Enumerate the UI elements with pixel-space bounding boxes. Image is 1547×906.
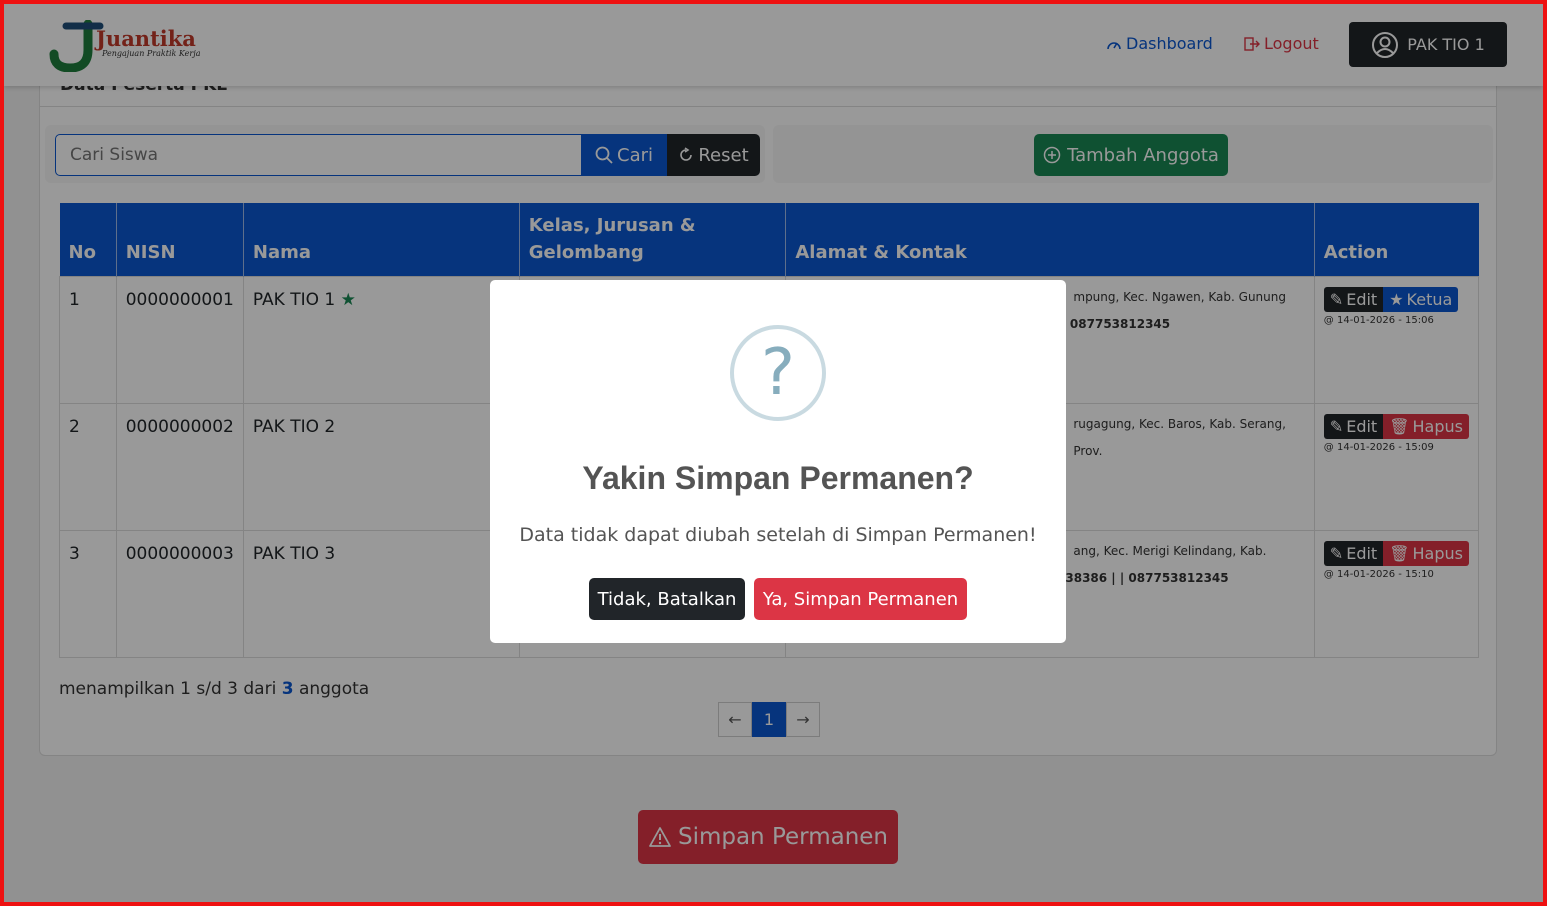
- question-icon: ?: [730, 325, 826, 421]
- cancel-button[interactable]: Tidak, Batalkan: [589, 578, 745, 620]
- confirm-dialog: ? Yakin Simpan Permanen? Data tidak dapa…: [490, 280, 1066, 643]
- confirm-button[interactable]: Ya, Simpan Permanen: [754, 578, 967, 620]
- dialog-message: Data tidak dapat diubah setelah di Simpa…: [519, 524, 1037, 546]
- dialog-title: Yakin Simpan Permanen?: [582, 460, 974, 496]
